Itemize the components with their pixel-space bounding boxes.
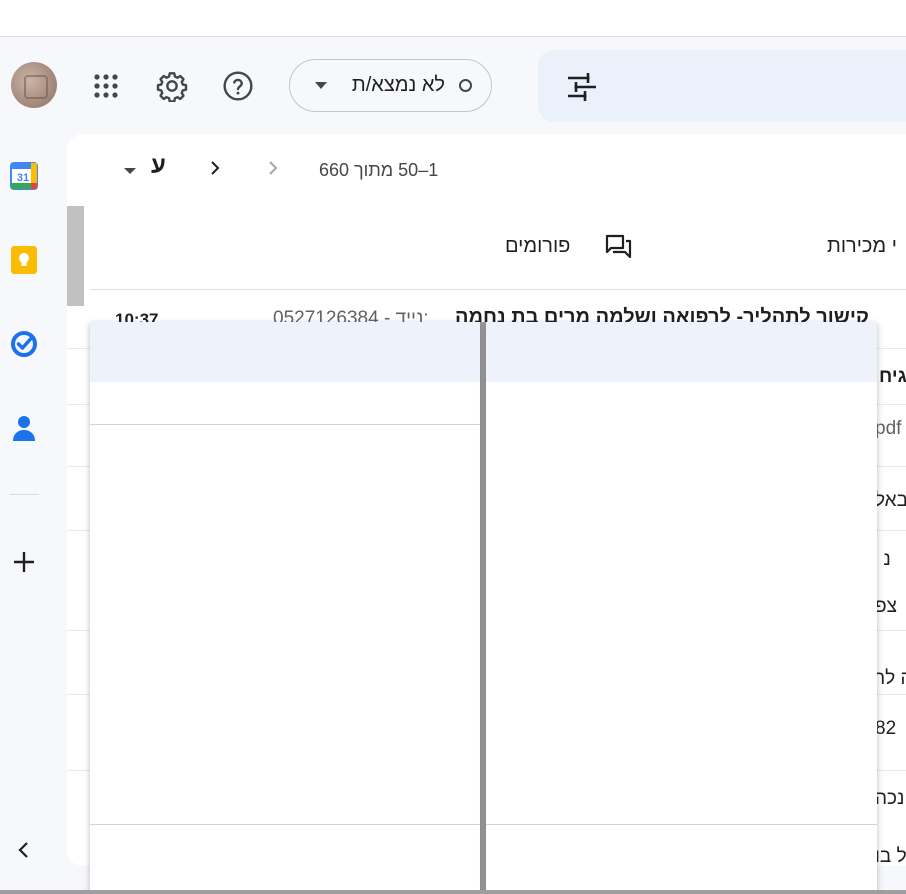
dropdown-caret-icon: [315, 82, 327, 89]
keep-icon[interactable]: [8, 244, 40, 276]
svg-text:31: 31: [17, 172, 29, 184]
tab-promotions[interactable]: י מכירות: [827, 235, 897, 258]
overlay-header: [90, 322, 480, 382]
overlay-divider: [486, 824, 877, 825]
calendar-icon[interactable]: 31: [8, 160, 40, 192]
status-dot-icon: [459, 79, 472, 92]
scrollbar-thumb[interactable]: [67, 206, 84, 306]
prev-page-icon[interactable]: [261, 156, 285, 180]
list-item: ה לר: [875, 668, 906, 689]
overlay-header: [486, 322, 877, 382]
overlay-window-left[interactable]: [90, 322, 480, 894]
list-item: pdf: [875, 418, 902, 439]
add-icon[interactable]: [8, 546, 40, 578]
list-item: גיח: [879, 366, 906, 387]
overlay-window-right[interactable]: [486, 322, 877, 894]
overlay-divider: [90, 424, 480, 425]
help-icon[interactable]: [218, 66, 258, 106]
list-item: צפ: [875, 596, 897, 617]
tune-icon[interactable]: [566, 72, 598, 107]
list-item: 82: [875, 718, 897, 739]
tasks-icon[interactable]: [8, 328, 40, 360]
screen-bottom-edge: [0, 890, 906, 894]
chevron-left-icon[interactable]: [8, 834, 40, 866]
apps-icon[interactable]: [86, 66, 126, 106]
list-item: ל בו: [875, 846, 906, 866]
settings-icon[interactable]: [152, 66, 192, 106]
browser-top-strip: [0, 0, 906, 37]
contacts-icon[interactable]: [8, 412, 40, 444]
overlay-divider: [90, 824, 480, 825]
select-dropdown-icon[interactable]: [124, 168, 136, 174]
select-checkbox[interactable]: ע: [151, 152, 166, 180]
account-avatar[interactable]: [11, 62, 57, 108]
pagination-range: 1–50 מתוך 660: [319, 160, 439, 180]
category-tabs: [90, 212, 906, 290]
status-selector[interactable]: לא נמצא/ת: [289, 59, 492, 112]
forum-icon: [605, 234, 633, 265]
next-page-icon[interactable]: [203, 156, 227, 180]
status-label: לא נמצא/ת: [351, 74, 445, 96]
tab-forums[interactable]: פורומים: [505, 235, 570, 258]
list-item: ינכה: [875, 788, 906, 809]
rail-divider: [10, 494, 39, 495]
list-item: באל: [875, 490, 906, 511]
